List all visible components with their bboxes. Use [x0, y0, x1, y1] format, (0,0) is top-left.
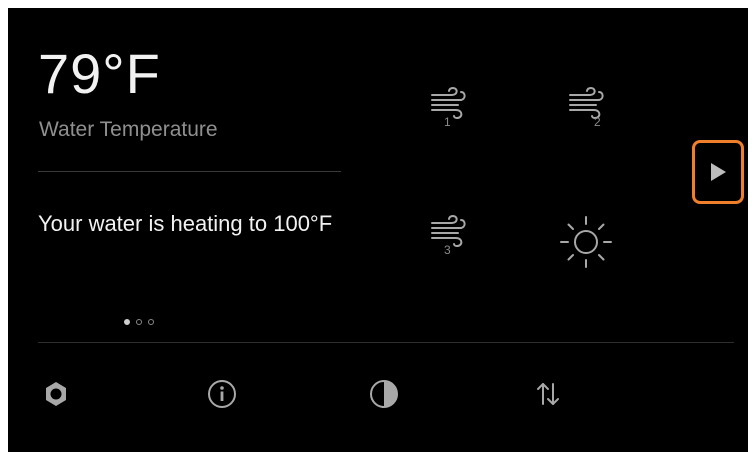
sun-mode-button[interactable] [558, 214, 614, 270]
heating-status-message: Your water is heating to 100°F [38, 211, 333, 236]
settings-button[interactable] [36, 374, 76, 414]
toolbar-divider [38, 342, 734, 343]
contrast-button[interactable] [364, 374, 404, 414]
fan-level-label: 1 [444, 115, 451, 129]
info-icon [208, 380, 236, 408]
fan-level-label: 3 [444, 243, 451, 257]
swap-button[interactable] [528, 374, 568, 414]
wind-icon: 2 [569, 86, 604, 129]
fan-speed-2-button[interactable]: 2 [560, 78, 616, 134]
page-indicator [124, 319, 154, 325]
fan-level-label: 2 [594, 115, 601, 129]
next-page-button[interactable] [692, 140, 744, 204]
fan-speed-1-button[interactable]: 1 [422, 78, 478, 134]
page-dot-2[interactable] [136, 319, 142, 325]
fan-speed-3-button[interactable]: 3 [422, 206, 478, 262]
swap-arrows-icon [537, 383, 559, 405]
divider [38, 171, 341, 172]
wind-icon: 3 [431, 214, 466, 257]
contrast-icon [370, 380, 398, 408]
night-mode-button[interactable] [694, 374, 734, 414]
page-dot-1[interactable] [124, 319, 130, 325]
water-temperature-label: Water Temperature [39, 118, 218, 141]
thermostat-screen: 79°F Water Temperature Your water is hea… [8, 8, 748, 452]
play-arrow-icon [711, 163, 726, 181]
page-dot-3[interactable] [148, 319, 154, 325]
wind-icon: 1 [431, 86, 466, 129]
water-temperature-value: 79°F [38, 42, 161, 105]
settings-gear-icon [46, 382, 66, 406]
info-button[interactable] [202, 374, 242, 414]
moon-icon [703, 382, 724, 403]
sun-icon [560, 216, 612, 268]
